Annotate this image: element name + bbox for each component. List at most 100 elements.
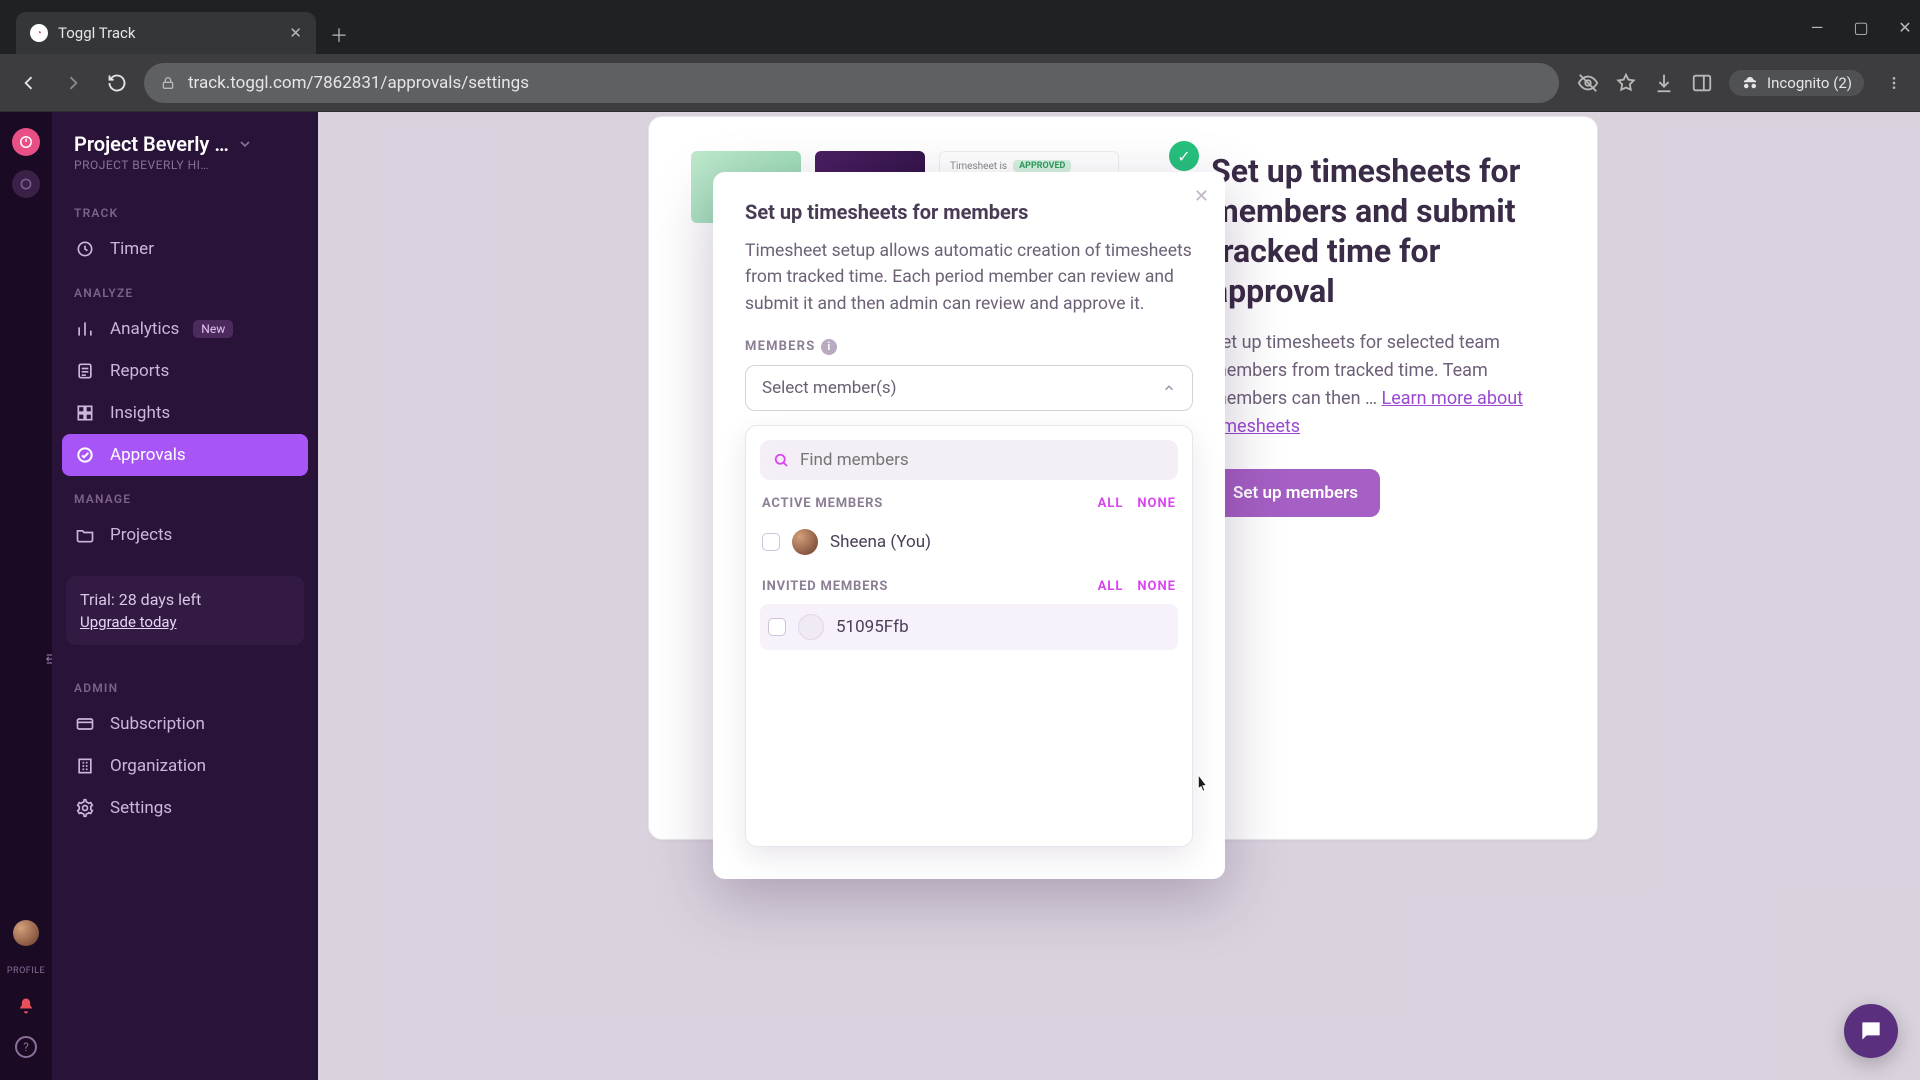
sidebar-section-admin: ADMIN — [52, 681, 318, 695]
sidebar-item-label: Timer — [110, 239, 154, 259]
workspace-name: Project Beverly … — [74, 132, 229, 156]
workspace-switcher[interactable]: Project Beverly … — [52, 128, 318, 158]
sidebar-item-label: Reports — [110, 361, 169, 381]
member-avatar — [792, 529, 818, 555]
folder-icon — [74, 524, 96, 546]
sidepanel-icon[interactable] — [1691, 72, 1713, 94]
sidebar-section-analyze: ANALYZE — [52, 286, 318, 300]
sidebar-item-projects[interactable]: Projects — [52, 514, 318, 556]
find-members-field[interactable] — [760, 440, 1178, 480]
select-members-combobox[interactable]: Select member(s) — [745, 365, 1193, 411]
setup-timesheets-modal: ✕ Set up timesheets for members Timeshee… — [713, 172, 1225, 879]
search-icon — [772, 451, 790, 469]
check-circle-icon — [74, 444, 96, 466]
downloads-icon[interactable] — [1653, 72, 1675, 94]
select-all-active[interactable]: ALL — [1098, 496, 1124, 511]
chevron-down-icon — [237, 136, 253, 152]
window-maximize-icon[interactable]: ▢ — [1852, 18, 1870, 37]
members-dropdown: ACTIVE MEMBERS ALL NONE Sheena (You) INV… — [745, 425, 1193, 847]
sidebar-item-label: Projects — [110, 525, 172, 545]
building-icon — [74, 755, 96, 777]
select-all-invited[interactable]: ALL — [1098, 579, 1124, 594]
sidebar-section-track: TRACK — [52, 206, 318, 220]
sidebar-section-manage: MANAGE — [52, 492, 318, 506]
window-close-icon[interactable]: ✕ — [1896, 18, 1914, 37]
member-checkbox[interactable] — [768, 618, 786, 636]
status-chip-value: APPROVED — [1013, 160, 1071, 172]
browser-toolbar: track.toggl.com/7862831/approvals/settin… — [0, 54, 1920, 112]
browser-tab-active[interactable]: ◔ Toggl Track ✕ — [16, 12, 316, 54]
modal-description: Timesheet setup allows automatic creatio… — [745, 238, 1193, 317]
rail-secondary-icon[interactable] — [12, 170, 40, 198]
nav-reload-button[interactable] — [100, 66, 134, 100]
document-icon — [74, 360, 96, 382]
toggl-favicon: ◔ — [30, 24, 48, 42]
select-placeholder: Select member(s) — [762, 378, 897, 398]
eye-off-icon[interactable] — [1577, 72, 1599, 94]
cursor-pointer-icon — [1191, 772, 1213, 794]
app-rail: PROFILE ? — [0, 112, 52, 1080]
sidebar-item-organization[interactable]: Organization — [52, 745, 318, 787]
grid-icon — [74, 402, 96, 424]
nav-back-button[interactable] — [12, 66, 46, 100]
info-icon[interactable]: i — [821, 339, 837, 355]
active-members-heading: ACTIVE MEMBERS — [762, 496, 883, 511]
trial-remaining: Trial: 28 days left — [80, 590, 290, 609]
sidebar-item-approvals[interactable]: Approvals — [62, 434, 308, 476]
member-name: 51095Ffb — [836, 617, 909, 637]
sidebar-item-subscription[interactable]: Subscription — [52, 703, 318, 745]
sidebar-item-timer[interactable]: Timer — [52, 228, 318, 270]
tab-title: Toggl Track — [58, 24, 136, 42]
sidebar-item-label: Analytics — [110, 319, 179, 339]
sidebar-item-settings[interactable]: Settings — [52, 787, 318, 829]
sidebar-item-reports[interactable]: Reports — [52, 350, 318, 392]
window-minimize-icon[interactable]: — — [1808, 18, 1826, 37]
select-none-active[interactable]: NONE — [1137, 496, 1176, 511]
sidebar: Project Beverly … PROJECT BEVERLY HI… TR… — [52, 112, 318, 1080]
find-members-input[interactable] — [800, 450, 1166, 470]
member-row-invited[interactable]: 51095Ffb — [760, 604, 1178, 650]
window-controls: — ▢ ✕ — [1808, 0, 1914, 54]
member-row-active[interactable]: Sheena (You) — [760, 521, 1178, 563]
rail-profile-label: PROFILE — [7, 966, 45, 976]
incognito-badge[interactable]: Incognito (2) — [1729, 70, 1864, 96]
modal-title: Set up timesheets for members — [745, 200, 1193, 224]
new-tab-button[interactable]: ＋ — [324, 20, 354, 50]
status-chip-label: Timesheet is — [950, 161, 1007, 172]
new-badge: New — [193, 320, 233, 338]
sidebar-item-analytics[interactable]: Analytics New — [52, 308, 318, 350]
card-heading: Set up timesheets for members and submit… — [1211, 151, 1555, 311]
rail-help-icon[interactable]: ? — [15, 1036, 37, 1058]
members-label: MEMBERS i — [745, 339, 1193, 355]
gear-icon — [74, 797, 96, 819]
address-bar[interactable]: track.toggl.com/7862831/approvals/settin… — [144, 63, 1559, 103]
trial-upgrade-link[interactable]: Upgrade today — [80, 613, 290, 631]
nav-forward-button[interactable] — [56, 66, 90, 100]
trial-banner[interactable]: Trial: 28 days left Upgrade today — [66, 576, 304, 645]
sidebar-item-insights[interactable]: Insights — [52, 392, 318, 434]
rail-toggl-icon[interactable] — [12, 128, 40, 156]
members-label-text: MEMBERS — [745, 339, 815, 354]
sidebar-item-label: Approvals — [110, 445, 186, 465]
member-name: Sheena (You) — [830, 532, 931, 552]
close-tab-icon[interactable]: ✕ — [289, 24, 302, 42]
lock-icon — [160, 75, 176, 91]
clock-icon — [74, 238, 96, 260]
rail-avatar[interactable] — [13, 920, 39, 946]
chart-bar-icon — [74, 318, 96, 340]
rail-notifications-icon[interactable] — [16, 996, 36, 1016]
member-checkbox[interactable] — [762, 533, 780, 551]
setup-members-button[interactable]: Set up members — [1211, 469, 1380, 517]
select-none-invited[interactable]: NONE — [1137, 579, 1176, 594]
kebab-menu-icon[interactable] — [1880, 72, 1908, 94]
modal-close-icon[interactable]: ✕ — [1194, 186, 1209, 207]
chevron-up-icon — [1162, 381, 1176, 395]
intercom-fab[interactable] — [1844, 1004, 1898, 1058]
invited-members-heading: INVITED MEMBERS — [762, 579, 888, 594]
sidebar-item-label: Insights — [110, 403, 170, 423]
sidebar-item-label: Settings — [110, 798, 172, 818]
member-avatar-blank — [798, 614, 824, 640]
url-text: track.toggl.com/7862831/approvals/settin… — [188, 73, 529, 93]
card-icon — [74, 713, 96, 735]
bookmark-star-icon[interactable] — [1615, 72, 1637, 94]
